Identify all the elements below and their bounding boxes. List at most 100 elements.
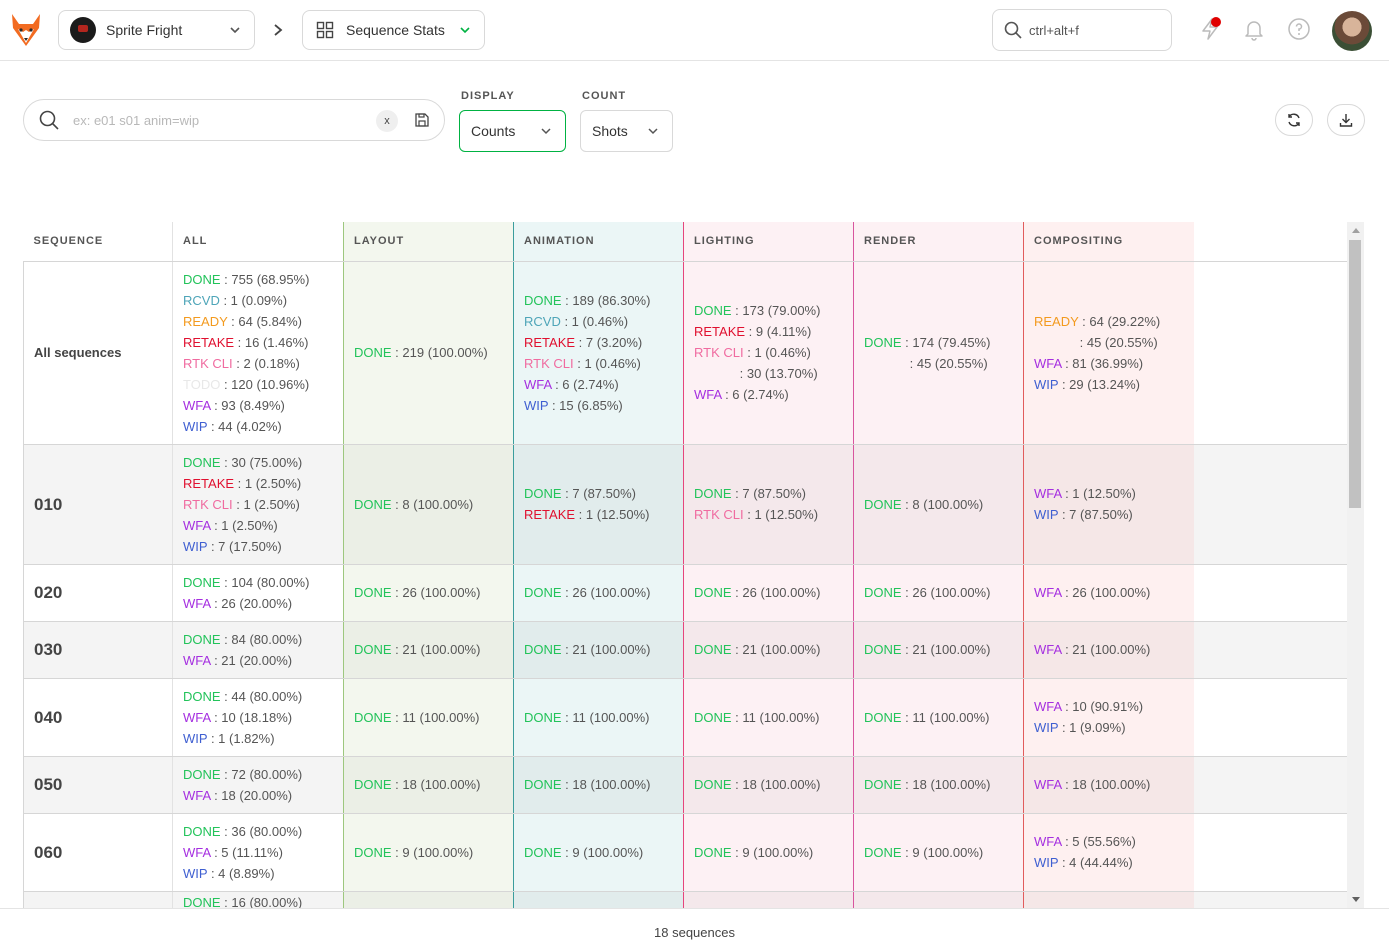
display-select[interactable]: Counts: [459, 110, 566, 152]
status-count-line: WFA : 5 (11.11%): [183, 842, 333, 863]
status-count-line: DONE : 755 (68.95%): [183, 269, 333, 290]
column-header-all[interactable]: ALL: [172, 222, 344, 262]
stat-cell-animation: DONE : 21 (100.00%): [513, 621, 684, 679]
count-label: COUNT: [582, 90, 627, 102]
status-value: : 1 (0.09%): [219, 292, 288, 308]
status-label: WFA: [183, 652, 211, 668]
status-label: TODO: [183, 376, 221, 392]
global-search[interactable]: [992, 9, 1172, 51]
scroll-up-arrow[interactable]: [1352, 228, 1360, 233]
status-count-line: DONE : 9 (100.00%): [864, 842, 1013, 863]
sequence-name[interactable]: 030: [23, 621, 173, 679]
status-count-line: DONE : 18 (100.00%): [864, 774, 1013, 795]
status-label: WIP: [1034, 507, 1059, 522]
refresh-icon: [1288, 113, 1300, 127]
chevron-down-icon: [541, 128, 551, 135]
status-value: : 18 (100.00%): [561, 777, 651, 792]
user-avatar[interactable]: [1332, 11, 1372, 51]
refresh-button[interactable]: [1275, 104, 1313, 136]
sequence-name[interactable]: All sequences: [23, 261, 173, 445]
status-label: WIP: [183, 418, 208, 434]
scrollbar-thumb[interactable]: [1349, 240, 1361, 508]
status-value: : 45 (20.55%): [906, 355, 988, 371]
column-header-layout[interactable]: LAYOUT: [343, 222, 514, 262]
sequence-search[interactable]: x: [23, 99, 445, 141]
sequence-name[interactable]: 050: [23, 756, 173, 814]
status-count-line: DONE : 26 (100.00%): [354, 582, 503, 603]
kitsu-fox-logo-icon[interactable]: [9, 12, 43, 48]
status-label: RTK CLI: [524, 355, 574, 371]
status-label: RTK CLI: [694, 345, 744, 360]
status-count-line: WIP : 15 (6.85%): [524, 395, 673, 416]
sequence-name[interactable]: 040: [23, 678, 173, 757]
status-label: WIP: [183, 538, 208, 554]
global-search-input[interactable]: [1029, 22, 1159, 38]
save-icon[interactable]: [414, 112, 430, 128]
status-value: : 219 (100.00%): [391, 345, 488, 360]
column-header-lighting[interactable]: LIGHTING: [683, 222, 854, 262]
download-button[interactable]: [1327, 104, 1365, 136]
status-value: : 1 (0.46%): [573, 355, 641, 371]
sequence-name[interactable]: 060: [23, 813, 173, 892]
stat-cell-all: DONE : 104 (80.00%) WFA : 26 (20.00%): [172, 564, 344, 622]
status-label: DONE: [694, 486, 732, 501]
status-label: WFA: [183, 517, 211, 533]
status-label: WFA: [1034, 699, 1062, 714]
status-value: : 174 (79.45%): [901, 334, 991, 350]
table-row[interactable]: 040 DONE : 44 (80.00%) WFA : 10 (18.18%) WI…: [23, 678, 1348, 757]
help-icon[interactable]: [1287, 17, 1311, 41]
sequence-name[interactable]: 010: [23, 444, 173, 565]
scroll-down-arrow[interactable]: [1352, 897, 1360, 902]
status-label: DONE: [183, 574, 221, 590]
filler-cell: [1193, 678, 1348, 757]
status-label: WFA: [1034, 777, 1062, 792]
stat-cell-render: [853, 891, 1024, 908]
stat-cell-lighting: DONE : 9 (100.00%): [683, 813, 854, 892]
column-header-sequence[interactable]: SEQUENCE: [23, 222, 173, 262]
status-value: : 44 (80.00%): [220, 688, 303, 704]
status-label: DONE: [354, 345, 392, 360]
status-value: : 45 (20.55%): [1076, 334, 1158, 350]
column-header-render[interactable]: RENDER: [853, 222, 1024, 262]
table-row[interactable]: 020 DONE : 104 (80.00%) WFA : 26 (20.00%) D…: [23, 564, 1348, 622]
table-row[interactable]: 030 DONE : 84 (80.00%) WFA : 21 (20.00%) DO…: [23, 621, 1348, 679]
status-count-line: WFA : 26 (20.00%): [183, 593, 333, 614]
stat-cell-compositing: READY : 64 (29.22%) : 45 (20.55%) WFA : 8…: [1023, 261, 1194, 445]
status-value: : 189 (86.30%): [561, 292, 651, 308]
stat-cell-animation: DONE : 9 (100.00%): [513, 813, 684, 892]
footer: 18 sequences: [0, 908, 1389, 951]
table-row[interactable]: All sequences DONE : 755 (68.95%) RCVD : 1…: [23, 261, 1348, 445]
status-value: : 6 (2.74%): [721, 387, 789, 402]
status-count-line: DONE : 219 (100.00%): [354, 342, 503, 363]
stat-cell-animation: DONE : 26 (100.00%): [513, 564, 684, 622]
table-scrollbar[interactable]: [1347, 222, 1364, 908]
table-row[interactable]: 010 DONE : 30 (75.00%) RETAKE : 1 (2.50%) R…: [23, 444, 1348, 565]
status-value: : 18 (20.00%): [210, 787, 293, 803]
status-label: DONE: [183, 688, 221, 704]
production-selector[interactable]: Sprite Fright: [58, 10, 255, 50]
status-value: : 26 (100.00%): [731, 585, 821, 600]
table-row[interactable]: 060 DONE : 36 (80.00%) WFA : 5 (11.11%) WIP…: [23, 813, 1348, 892]
status-count-line: DONE : 44 (80.00%): [183, 686, 333, 707]
column-header-animation[interactable]: ANIMATION: [513, 222, 684, 262]
sequence-search-input[interactable]: [73, 112, 363, 128]
status-value: : 18 (100.00%): [391, 777, 481, 792]
status-label: READY: [1034, 313, 1079, 329]
stat-cell-compositing: WFA : 1 (12.50%) WIP : 7 (87.50%): [1023, 444, 1194, 565]
status-label: DONE: [864, 585, 902, 600]
stat-cell-render: DONE : 21 (100.00%): [853, 621, 1024, 679]
status-count-line: WIP : 44 (4.02%): [183, 416, 333, 437]
status-count-line: WFA : 21 (100.00%): [1034, 639, 1184, 660]
count-select[interactable]: Shots: [580, 110, 673, 152]
table-row[interactable]: 050 DONE : 72 (80.00%) WFA : 18 (20.00%) DO…: [23, 756, 1348, 814]
table-row[interactable]: DONE : 16 (80.00%): [23, 891, 1348, 908]
view-selector[interactable]: Sequence Stats: [302, 10, 485, 50]
bell-icon[interactable]: [1242, 17, 1266, 41]
sequence-name[interactable]: 020: [23, 564, 173, 622]
clear-search-button[interactable]: x: [376, 110, 398, 132]
status-value: : 5 (11.11%): [210, 844, 283, 860]
stat-cell-lighting: DONE : 7 (87.50%) RTK CLI : 1 (12.50%): [683, 444, 854, 565]
column-header-compositing[interactable]: COMPOSITING: [1023, 222, 1194, 262]
stat-cell-all: DONE : 755 (68.95%) RCVD : 1 (0.09%) READY…: [172, 261, 344, 445]
sequence-name[interactable]: [23, 891, 173, 908]
